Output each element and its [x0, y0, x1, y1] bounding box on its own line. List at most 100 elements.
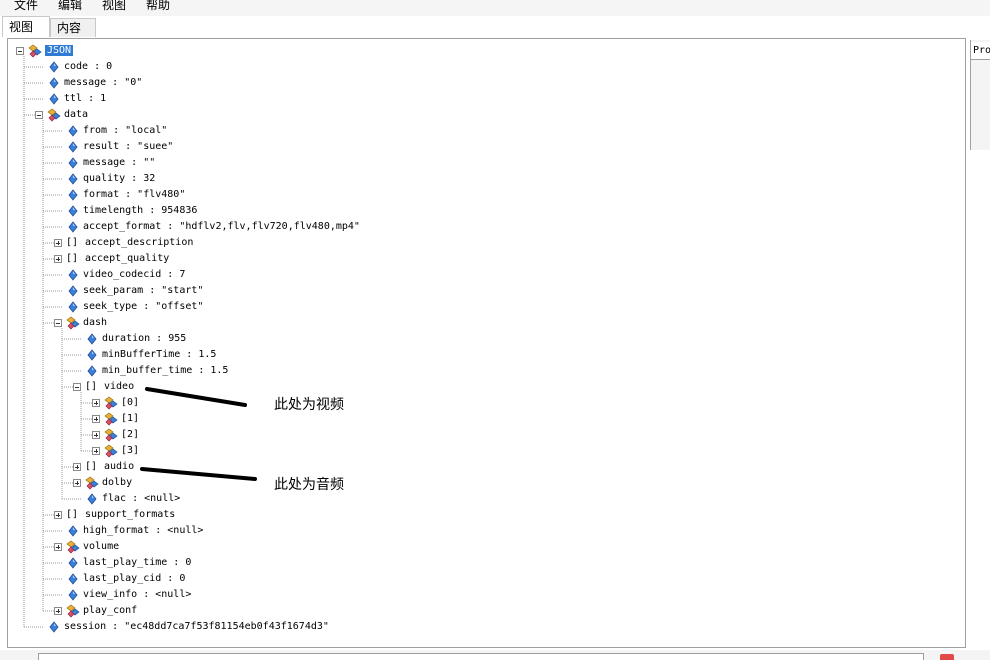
- tree-value-node[interactable]: last_play_cid : 0: [83, 571, 185, 587]
- tree-value-node[interactable]: duration : 955: [102, 331, 186, 347]
- array-icon: []: [85, 461, 98, 472]
- tree-value-node[interactable]: high_format : <null>: [83, 523, 203, 539]
- array-icon: []: [66, 509, 79, 520]
- value-diamond-icon: [49, 621, 59, 633]
- tree-node-label: dash: [83, 317, 108, 328]
- properties-header: Pro: [971, 42, 990, 60]
- object-node-icon: [66, 316, 80, 330]
- tree-value-node[interactable]: format : "flv480": [83, 187, 185, 203]
- tree-object-node[interactable]: play_conf: [83, 603, 137, 619]
- expand-icon[interactable]: [54, 511, 62, 519]
- expand-icon[interactable]: [92, 431, 100, 439]
- collapse-icon[interactable]: [35, 111, 43, 119]
- tree-node-label: message : "": [83, 157, 156, 168]
- tree-value-node[interactable]: from : "local": [83, 123, 167, 139]
- tree-value-node[interactable]: code : 0: [64, 59, 112, 75]
- tree-object-node[interactable]: dolby: [102, 475, 132, 491]
- object-node-icon: [104, 412, 118, 426]
- collapse-icon[interactable]: [16, 47, 24, 55]
- tab-view[interactable]: 视图: [2, 16, 50, 37]
- expand-icon[interactable]: [54, 239, 62, 247]
- expand-icon[interactable]: [92, 399, 100, 407]
- tree-node-label: last_play_time : 0: [83, 557, 192, 568]
- tree-array-node[interactable]: accept_description: [85, 235, 193, 251]
- tree-value-node[interactable]: seek_type : "offset": [83, 299, 203, 315]
- value-diamond-icon: [68, 173, 78, 185]
- value-diamond-icon: [68, 557, 78, 569]
- expand-icon[interactable]: [54, 543, 62, 551]
- value-diamond-icon: [68, 221, 78, 233]
- tree-node-label: [2]: [121, 429, 140, 440]
- expand-icon[interactable]: [73, 463, 81, 471]
- tree-value-node[interactable]: flac : <null>: [102, 491, 180, 507]
- tree-object-node[interactable]: [0]: [121, 395, 139, 411]
- tree-array-node[interactable]: audio: [104, 459, 134, 475]
- tree-node-label: timelength : 954836: [83, 205, 198, 216]
- tree-value-node[interactable]: message : "": [83, 155, 155, 171]
- value-diamond-icon: [68, 589, 78, 601]
- value-diamond-icon: [68, 157, 78, 169]
- expand-icon[interactable]: [92, 415, 100, 423]
- tree-array-node[interactable]: accept_quality: [85, 251, 169, 267]
- menu-edit[interactable]: 编辑: [58, 0, 82, 13]
- tree-node-label: view_info : <null>: [83, 589, 192, 600]
- tree-object-node[interactable]: dash: [83, 315, 107, 331]
- tree-value-node[interactable]: last_play_time : 0: [83, 555, 191, 571]
- tree-node-label: minBufferTime : 1.5: [102, 349, 217, 360]
- tree-value-node[interactable]: ttl : 1: [64, 91, 106, 107]
- menu-help[interactable]: 帮助: [146, 0, 170, 13]
- audio-annotation: 此处为音频: [274, 477, 344, 493]
- tree-value-node[interactable]: result : "suee": [83, 139, 173, 155]
- tree-object-node[interactable]: data: [64, 107, 88, 123]
- expand-icon[interactable]: [73, 479, 81, 487]
- tree-array-node[interactable]: support_formats: [85, 507, 175, 523]
- tree-value-node[interactable]: minBufferTime : 1.5: [102, 347, 216, 363]
- bottom-input[interactable]: [38, 653, 924, 660]
- bottom-close-icon[interactable]: [940, 654, 954, 660]
- tree-object-node[interactable]: [2]: [121, 427, 139, 443]
- tree-value-node[interactable]: quality : 32: [83, 171, 155, 187]
- value-diamond-icon: [87, 349, 97, 361]
- collapse-icon[interactable]: [54, 319, 62, 327]
- tree-node-label: JSON: [45, 45, 74, 56]
- tree-object-node[interactable]: volume: [83, 539, 119, 555]
- expand-icon[interactable]: [92, 447, 100, 455]
- tree-node-label: quality : 32: [83, 173, 156, 184]
- tree-object-node[interactable]: JSON: [45, 43, 74, 59]
- json-tree-view[interactable]: JSON code : 0 message : "0" ttl : 1 data from…: [7, 38, 966, 648]
- tree-value-node[interactable]: view_info : <null>: [83, 587, 191, 603]
- value-diamond-icon: [68, 269, 78, 281]
- object-node-icon: [104, 428, 118, 442]
- tree-node-label: [1]: [121, 413, 140, 424]
- tree-object-node[interactable]: [1]: [121, 411, 139, 427]
- tree-value-node[interactable]: video_codecid : 7: [83, 267, 185, 283]
- object-node-icon: [104, 444, 118, 458]
- value-diamond-icon: [87, 333, 97, 345]
- tree-array-node[interactable]: video: [104, 379, 134, 395]
- tree-node-label: video: [104, 381, 135, 392]
- tree-node-label: seek_type : "offset": [83, 301, 204, 312]
- tree-value-node[interactable]: accept_format : "hdflv2,flv,flv720,flv48…: [83, 219, 360, 235]
- object-node-icon: [104, 396, 118, 410]
- menu-view[interactable]: 视图: [102, 0, 126, 13]
- tree-value-node[interactable]: seek_param : "start": [83, 283, 203, 299]
- expand-icon[interactable]: [54, 255, 62, 263]
- value-diamond-icon: [49, 93, 59, 105]
- collapse-icon[interactable]: [73, 383, 81, 391]
- tree-value-node[interactable]: message : "0": [64, 75, 142, 91]
- tree-value-node[interactable]: session : "ec48dd7ca7f53f81154eb0f43f167…: [64, 619, 329, 635]
- expand-icon[interactable]: [54, 607, 62, 615]
- video-annotation: 此处为视频: [274, 397, 344, 413]
- value-diamond-icon: [68, 125, 78, 137]
- tree-object-node[interactable]: [3]: [121, 443, 139, 459]
- tree-node-label: accept_quality: [85, 253, 170, 264]
- tree-node-label: support_formats: [85, 509, 176, 520]
- tree-node-label: last_play_cid : 0: [83, 573, 186, 584]
- tree-value-node[interactable]: timelength : 954836: [83, 203, 197, 219]
- bottom-label: [0, 650, 36, 660]
- tree-node-label: accept_format : "hdflv2,flv,flv720,flv48…: [83, 221, 360, 232]
- tab-content[interactable]: 内容: [50, 18, 96, 37]
- tree-value-node[interactable]: min_buffer_time : 1.5: [102, 363, 228, 379]
- menu-file[interactable]: 文件: [14, 0, 38, 13]
- object-node-icon: [47, 108, 61, 122]
